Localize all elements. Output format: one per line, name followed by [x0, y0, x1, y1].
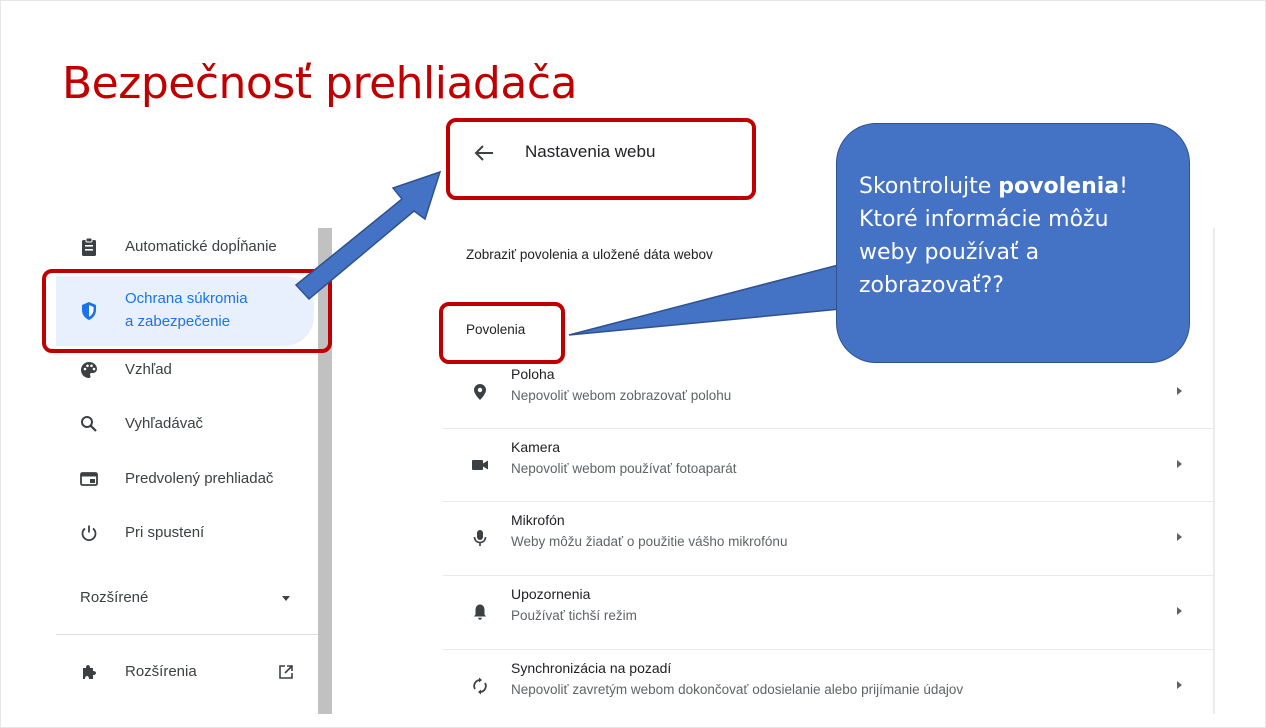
- sidebar-item-label: Predvolený prehliadač: [125, 470, 274, 487]
- bell-icon: [471, 602, 489, 622]
- sidebar-item-label: Vyhľadávač: [125, 415, 204, 432]
- chevron-right-icon: [1177, 460, 1182, 468]
- clipboard-icon: [78, 236, 100, 258]
- permission-row-camera[interactable]: Kamera Nepovoliť webom používať fotoapar…: [443, 428, 1215, 502]
- callout-text: Skontrolujte povolenia! Ktoré informácie…: [859, 170, 1189, 302]
- highlight-permissions-label: [439, 302, 565, 364]
- callout-line2: Ktoré informácie môžu: [859, 207, 1109, 232]
- sidebar-divider: [56, 634, 318, 635]
- browser-window-icon: [78, 468, 100, 490]
- callout-line3: weby používať a: [859, 240, 1040, 265]
- slide-title: Bezpečnosť prehliadača: [62, 58, 577, 109]
- open-in-new-icon[interactable]: [278, 664, 294, 685]
- caret-down-icon: [282, 596, 290, 601]
- power-icon: [78, 522, 100, 544]
- puzzle-icon: [78, 661, 100, 683]
- search-icon: [78, 413, 100, 435]
- sidebar-item-on-startup[interactable]: Pri spustení: [56, 522, 314, 544]
- permission-subtitle: Používať tichší režim: [511, 608, 637, 623]
- permission-title: Mikrofón: [511, 512, 565, 528]
- palette-icon: [78, 359, 100, 381]
- callout-line1-bold: povolenia: [998, 174, 1120, 199]
- permission-row-notifications[interactable]: Upozornenia Používať tichší režim: [443, 575, 1215, 649]
- sidebar-item-label: Automatické dopĺňanie: [125, 238, 277, 255]
- sidebar-item-label: Pri spustení: [125, 524, 205, 541]
- permission-subtitle: Nepovoliť zavretým webom dokončovať odos…: [511, 682, 964, 697]
- chevron-right-icon: [1177, 387, 1182, 395]
- sidebar-item-default-browser[interactable]: Predvolený prehliadač: [56, 468, 314, 490]
- permission-title: Poloha: [511, 366, 555, 382]
- permission-title: Upozornenia: [511, 586, 591, 602]
- callout-line4: zobrazovať??: [859, 273, 1004, 298]
- slide: Bezpečnosť prehliadača Automatické dopĺň…: [0, 0, 1266, 728]
- permission-subtitle: Nepovoliť webom používať fotoaparát: [511, 461, 737, 476]
- sidebar-item-appearance[interactable]: Vzhľad: [56, 359, 314, 381]
- permission-row-location[interactable]: Poloha Nepovoliť webom zobrazovať polohu: [443, 356, 1215, 430]
- camera-icon: [471, 455, 489, 475]
- chevron-right-icon: [1177, 607, 1182, 615]
- sidebar-advanced-toggle[interactable]: Rozšírené: [56, 587, 314, 609]
- permission-title: Kamera: [511, 439, 561, 455]
- highlight-privacy-item: [42, 269, 332, 353]
- sync-icon: [471, 676, 489, 696]
- microphone-icon: [471, 528, 489, 548]
- chevron-right-icon: [1177, 533, 1182, 541]
- sidebar-item-search-engine[interactable]: Vyhľadávač: [56, 413, 314, 435]
- permission-row-background-sync[interactable]: Synchronizácia na pozadí Nepovoliť zavre…: [443, 649, 1215, 723]
- permission-row-microphone[interactable]: Mikrofón Weby môžu žiadať o použitie váš…: [443, 501, 1215, 575]
- sidebar-item-autofill[interactable]: Automatické dopĺňanie: [56, 236, 314, 258]
- sidebar-item-label: Vzhľad: [125, 361, 172, 378]
- sidebar-item-label: Rozšírenia: [125, 663, 197, 680]
- sidebar-item-extensions[interactable]: Rozšírenia: [56, 661, 314, 683]
- callout-line1-post: !: [1119, 174, 1128, 199]
- sidebar-advanced-label: Rozšírené: [80, 589, 149, 606]
- callout-line1-pre: Skontrolujte: [859, 174, 999, 199]
- permission-subtitle: Weby môžu žiadať o použitie vášho mikrof…: [511, 534, 788, 549]
- permission-subtitle: Nepovoliť webom zobrazovať polohu: [511, 388, 732, 403]
- highlight-site-settings-header: [446, 118, 756, 200]
- view-permissions-link[interactable]: Zobraziť povolenia a uložené dáta webov: [466, 247, 713, 262]
- permission-title: Synchronizácia na pozadí: [511, 660, 672, 676]
- location-pin-icon: [471, 382, 489, 402]
- panel-scroll-track: [1213, 228, 1215, 714]
- chevron-right-icon: [1177, 681, 1182, 689]
